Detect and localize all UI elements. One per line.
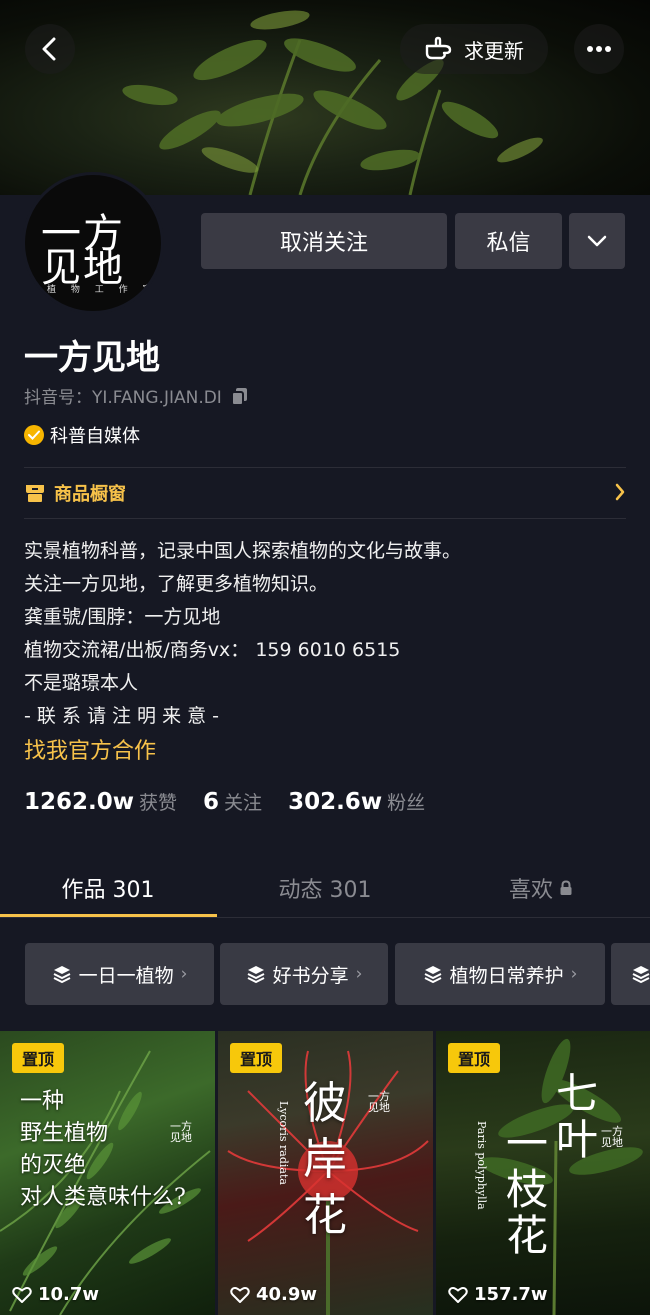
video-thumbnail[interactable]: 置顶 一种 野生植物 的灭绝 对人类意味什么? 一方 见地 10.7w: [0, 1031, 215, 1315]
avatar-logo-subtitle: 植 物 工 作 室: [47, 285, 158, 295]
pinned-badge: 置顶: [448, 1043, 500, 1073]
divider: [24, 518, 626, 519]
verification-row: 科普自媒体: [24, 422, 140, 448]
unfollow-button[interactable]: 取消关注: [201, 213, 447, 269]
following-label[interactable]: 关注: [224, 788, 262, 815]
video-likes-count: 157.7w: [474, 1284, 548, 1305]
bio-line: 不是璐璟本人: [24, 672, 139, 694]
more-dots-icon: [587, 46, 611, 52]
copy-icon[interactable]: [230, 386, 250, 406]
chevron-right-icon: ›: [570, 964, 578, 984]
tab-dynamics[interactable]: 动态 301: [217, 860, 433, 916]
verification-label: 科普自媒体: [50, 426, 140, 447]
banner-plant-image: [122, 10, 543, 195]
video-title-line: 一种: [20, 1089, 65, 1114]
collection-chip[interactable]: [611, 943, 650, 1005]
stats-row: 1262.0w 获赞 6 关注 302.6w 粉丝: [24, 788, 451, 815]
layers-icon: [53, 966, 71, 984]
video-thumbnail[interactable]: 置顶 彼岸花 Lycoris radiata 一方 见地 40.9w: [218, 1031, 433, 1315]
video-title-line: 的灭绝: [20, 1153, 87, 1178]
video-likes-count: 10.7w: [38, 1284, 100, 1305]
watermark-logo: 一方 见地: [170, 1120, 192, 1144]
likes-label: 获赞: [139, 792, 178, 814]
video-latin-name: Lycoris radiata: [277, 1101, 290, 1185]
product-showcase-link[interactable]: 商品橱窗: [24, 470, 626, 516]
lock-icon: [560, 880, 572, 895]
message-button[interactable]: 私信: [455, 213, 562, 269]
chevron-right-icon: ›: [180, 964, 188, 984]
video-title: 彼岸花: [303, 1078, 347, 1241]
heart-icon: [448, 1286, 468, 1303]
collection-chip[interactable]: 一日一植物 ›: [25, 943, 214, 1005]
collection-chip[interactable]: 好书分享 ›: [220, 943, 388, 1005]
profile-name: 一方见地: [24, 338, 160, 378]
collection-chip-label: 一日一植物: [78, 964, 174, 987]
video-thumbnail[interactable]: 置顶 七叶 一枝花 Paris polyphylla 一方 见地 157.7w: [436, 1031, 650, 1315]
pinned-badge: 置顶: [230, 1043, 282, 1073]
tab-favorites[interactable]: 喜欢: [433, 860, 649, 916]
video-likes: 40.9w: [230, 1284, 317, 1305]
likes-count: 1262.0w: [24, 789, 135, 815]
recommend-dropdown-button[interactable]: [569, 213, 625, 269]
shop-label: 商品橱窗: [54, 484, 126, 505]
divider: [24, 467, 626, 468]
video-title-line: 野生植物: [20, 1121, 109, 1146]
video-title-line: 对人类意味什么?: [20, 1185, 186, 1210]
watermark-logo: 一方 见地: [368, 1090, 390, 1114]
video-title-part: 七叶: [556, 1069, 599, 1164]
chevron-left-icon: [42, 37, 56, 61]
video-latin-name: Paris polyphylla: [475, 1121, 488, 1210]
tab-works[interactable]: 作品 301: [0, 860, 216, 916]
video-title-part: 一枝花: [506, 1119, 549, 1260]
tab-favorites-label: 喜欢: [508, 878, 553, 903]
bio-line: 实景植物科普，记录中国人探索植物的文化与故事。: [24, 540, 462, 562]
douyin-id-text: 抖音号：YI.FANG.JIAN.DI: [24, 388, 222, 408]
profile-banner: 求更新: [0, 0, 650, 195]
collection-chip-label: 植物日常养护: [449, 964, 564, 987]
collection-chips: 一日一植物 › 好书分享 › 植物日常养护 ›: [0, 943, 650, 1007]
douyin-id-row[interactable]: 抖音号：YI.FANG.JIAN.DI: [24, 383, 250, 408]
heart-icon: [230, 1286, 250, 1303]
back-button[interactable]: [25, 24, 75, 74]
video-likes: 157.7w: [448, 1284, 548, 1305]
pinned-badge: 置顶: [12, 1043, 64, 1073]
verified-badge-icon: [24, 425, 44, 445]
chevron-right-icon: ›: [355, 964, 363, 984]
chevron-down-icon: [587, 235, 607, 247]
video-likes: 10.7w: [12, 1284, 99, 1305]
content-tabs: 作品 301 动态 301 喜欢: [0, 860, 650, 918]
layers-icon: [632, 966, 650, 984]
bio-line: 龚重號/围脖：一方见地: [24, 606, 221, 628]
layers-icon: [247, 966, 265, 984]
official-collab-link[interactable]: 找我官方合作: [24, 733, 156, 765]
watermark-logo: 一方 见地: [601, 1125, 623, 1149]
layers-icon: [424, 966, 442, 984]
chevron-right-icon: [615, 483, 625, 501]
urge-update-button[interactable]: 求更新: [400, 24, 548, 74]
more-options-button[interactable]: [574, 24, 624, 74]
followers-count[interactable]: 302.6w: [288, 789, 382, 815]
followers-label[interactable]: 粉丝: [387, 788, 425, 815]
tabs-divider: [0, 917, 650, 918]
urge-update-label: 求更新: [464, 38, 524, 63]
pointing-hand-icon: [425, 36, 452, 60]
following-count[interactable]: 6: [203, 789, 219, 815]
heart-icon: [12, 1286, 32, 1303]
video-grid: 置顶 一种 野生植物 的灭绝 对人类意味什么? 一方 见地 10.7w 置顶 彼…: [0, 1031, 650, 1315]
video-likes-count: 40.9w: [256, 1284, 318, 1305]
collection-chip[interactable]: 植物日常养护 ›: [395, 943, 605, 1005]
bio: 实景植物科普，记录中国人探索植物的文化与故事。 关注一方见地，了解更多植物知识。…: [24, 535, 461, 733]
shop-icon: [26, 485, 44, 502]
video-title: 一种 野生植物 的灭绝 对人类意味什么?: [20, 1086, 186, 1214]
avatar[interactable]: 一方 见地 植 物 工 作 室: [22, 172, 164, 314]
bio-line: - 联 系 请 注 明 来 意 -: [24, 705, 220, 727]
bio-line: 植物交流裙/出板/商务vx： 159 6010 6515: [24, 639, 401, 661]
bio-line: 关注一方见地，了解更多植物知识。: [24, 573, 329, 595]
collection-chip-label: 好书分享: [272, 964, 349, 987]
